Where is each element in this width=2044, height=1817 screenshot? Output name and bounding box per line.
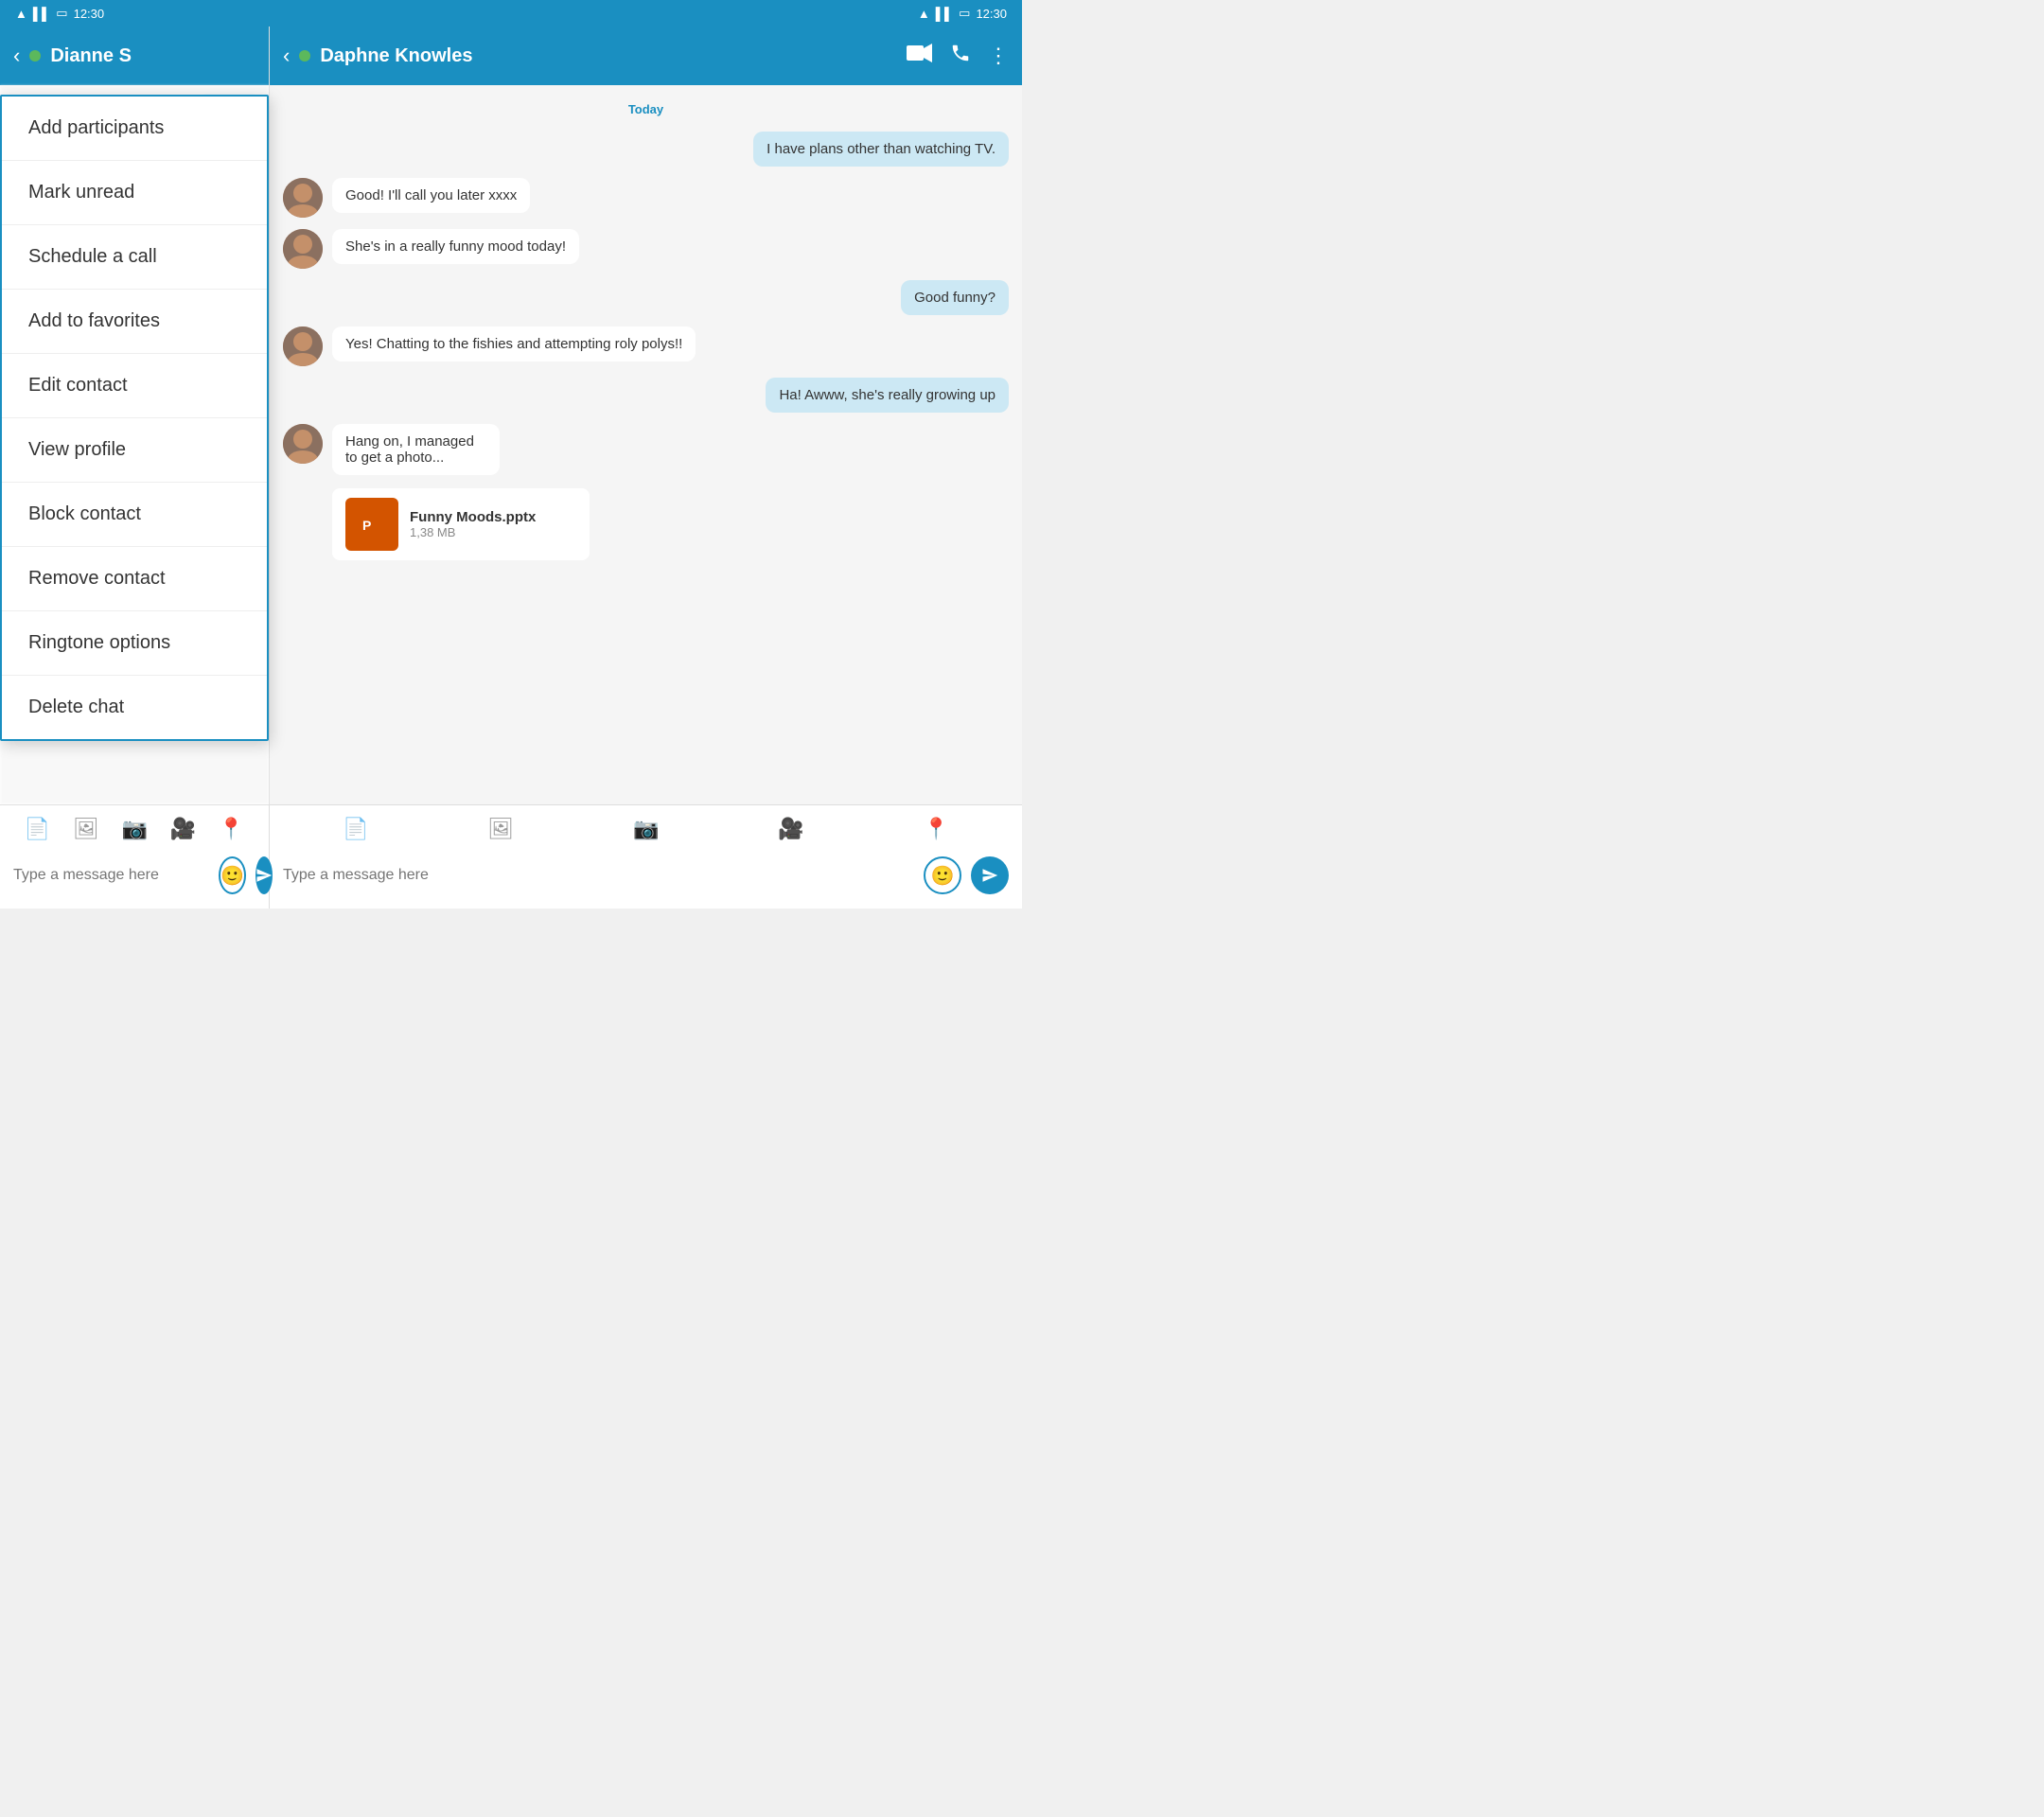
more-options-icon[interactable]: ⋮ <box>988 44 1009 68</box>
right-online-indicator <box>299 50 310 62</box>
date-label: Today <box>283 102 1009 116</box>
right-avatar-2 <box>283 229 323 269</box>
status-bar: ▲ ▌▌ ▭ 12:30 ▲ ▌▌ ▭ 12:30 <box>0 0 1022 26</box>
right-sent-msg-2: Good funny? <box>901 280 1009 315</box>
right-received-msg-3: Yes! Chatting to the fishies and attempt… <box>332 326 696 362</box>
right-received-row-2: She's in a really funny mood today! <box>283 229 1009 269</box>
menu-mark-unread[interactable]: Mark unread <box>2 161 267 225</box>
wifi-icon-left: ▲ <box>15 7 27 21</box>
right-chat-header: ‹ Daphne Knowles ⋮ <box>270 26 1022 85</box>
main-content: ‹ Dianne S She...too... Good funn... Yes… <box>0 26 1022 908</box>
menu-add-participants[interactable]: Add participants <box>2 97 267 161</box>
left-chat-header: ‹ Dianne S <box>0 26 269 85</box>
right-avatar-3 <box>283 326 323 366</box>
time-left: 12:30 <box>74 7 105 21</box>
video-call-icon[interactable] <box>907 43 933 69</box>
menu-remove-contact[interactable]: Remove contact <box>2 547 267 611</box>
right-bottom-bar: 📄 🖼 📷 🎥 📍 🙂 <box>270 804 1022 908</box>
right-header-actions: ⋮ <box>907 43 1009 69</box>
right-received-msg-4: Hang on, I managed to get a photo... <box>332 424 500 475</box>
right-received-row-3: Yes! Chatting to the fishies and attempt… <box>283 326 1009 366</box>
right-back-button[interactable]: ‹ <box>283 44 290 68</box>
context-menu-overlay: Add participants Mark unread Schedule a … <box>0 85 269 908</box>
file-attachment[interactable]: P Funny Moods.pptx 1,38 MB <box>332 488 590 560</box>
file-pptx-icon: P <box>345 498 398 551</box>
right-sent-msg-1: I have plans other than watching TV. <box>753 132 1009 167</box>
svg-text:P: P <box>362 518 371 533</box>
right-message-input[interactable] <box>283 867 914 884</box>
battery-icon-left: ▭ <box>56 6 67 21</box>
phone-call-icon[interactable] <box>950 43 971 69</box>
left-back-button[interactable]: ‹ <box>13 44 20 68</box>
right-received-msg-1: Good! I'll call you later xxxx <box>332 178 530 213</box>
battery-icon-right: ▭ <box>959 6 970 21</box>
right-input-row: 🙂 <box>270 853 1022 904</box>
right-tool-camera[interactable]: 📷 <box>633 817 659 841</box>
file-name: Funny Moods.pptx <box>410 509 536 525</box>
right-received-row-4: Hang on, I managed to get a photo... P F… <box>283 424 1009 560</box>
right-received-row-1: Good! I'll call you later xxxx <box>283 178 1009 218</box>
status-bar-right: ▲ ▌▌ ▭ 12:30 <box>918 6 1007 21</box>
right-tool-location[interactable]: 📍 <box>924 817 949 841</box>
menu-schedule-call[interactable]: Schedule a call <box>2 225 267 290</box>
file-info: Funny Moods.pptx 1,38 MB <box>410 509 536 539</box>
signal-icon-left: ▌▌ <box>33 7 50 21</box>
right-avatar-1 <box>283 178 323 218</box>
right-send-button[interactable] <box>971 856 1009 894</box>
status-bar-left: ▲ ▌▌ ▭ 12:30 <box>15 6 104 21</box>
signal-icon-right: ▌▌ <box>936 7 953 21</box>
left-contact-name[interactable]: Dianne S <box>50 45 132 67</box>
context-menu: Add participants Mark unread Schedule a … <box>0 95 269 741</box>
time-right: 12:30 <box>976 7 1007 21</box>
right-panel: ‹ Daphne Knowles ⋮ Today I have plans ot… <box>270 26 1022 908</box>
file-size: 1,38 MB <box>410 525 536 539</box>
wifi-icon-right: ▲ <box>918 7 930 21</box>
left-online-indicator <box>29 50 41 62</box>
right-avatar-4 <box>283 424 323 464</box>
right-sent-msg-3: Ha! Awww, she's really growing up <box>766 378 1009 413</box>
right-messages: Today I have plans other than watching T… <box>270 85 1022 804</box>
menu-view-profile[interactable]: View profile <box>2 418 267 483</box>
right-tool-gallery[interactable]: 🖼 <box>487 817 514 841</box>
right-contact-name[interactable]: Daphne Knowles <box>320 45 472 67</box>
right-toolbar: 📄 🖼 📷 🎥 📍 <box>270 805 1022 853</box>
menu-ringtone-options[interactable]: Ringtone options <box>2 611 267 676</box>
right-emoji-button[interactable]: 🙂 <box>924 856 961 894</box>
left-panel: ‹ Dianne S She...too... Good funn... Yes… <box>0 26 270 908</box>
menu-block-contact[interactable]: Block contact <box>2 483 267 547</box>
menu-add-favorites[interactable]: Add to favorites <box>2 290 267 354</box>
menu-edit-contact[interactable]: Edit contact <box>2 354 267 418</box>
menu-delete-chat[interactable]: Delete chat <box>2 676 267 739</box>
right-tool-document[interactable]: 📄 <box>343 817 368 841</box>
right-received-msg-2: She's in a really funny mood today! <box>332 229 579 264</box>
right-tool-video[interactable]: 🎥 <box>778 817 803 841</box>
